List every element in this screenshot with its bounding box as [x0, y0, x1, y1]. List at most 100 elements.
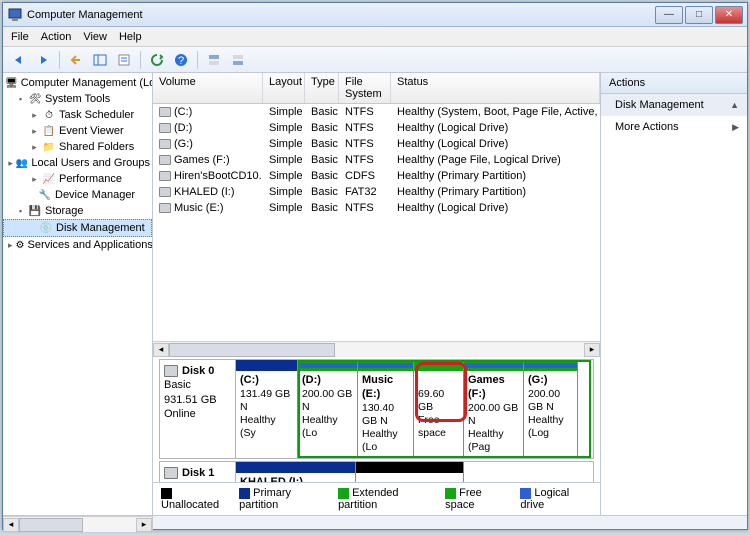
partition[interactable]: (D:)200.00 GB NHealthy (Lo: [298, 360, 358, 458]
back-button[interactable]: [9, 50, 29, 70]
tree-scrollbar[interactable]: ◂ ▸: [3, 516, 153, 532]
menu-file[interactable]: File: [11, 31, 29, 43]
users-icon: 👥: [16, 156, 28, 170]
partition-bar: [464, 360, 523, 371]
scroll-track[interactable]: [169, 343, 584, 357]
tree-label: System Tools: [45, 93, 110, 105]
table-row[interactable]: KHALED (I:)SimpleBasicFAT32Healthy (Prim…: [153, 184, 600, 200]
tree-local-users[interactable]: ▸👥Local Users and Groups: [3, 155, 152, 171]
tree-services-apps[interactable]: ▸⚙Services and Applications: [3, 237, 152, 253]
nav-tree[interactable]: 🖥Computer Management (Local ▪🛠System Too…: [3, 73, 153, 515]
minimize-button[interactable]: —: [655, 6, 683, 24]
show-hide-tree-button[interactable]: [90, 50, 110, 70]
actions-pane: Actions Disk Management▲ More Actions▶: [601, 73, 747, 515]
tree-device-manager[interactable]: 🔧Device Manager: [3, 187, 152, 203]
actions-more[interactable]: More Actions ▶: [601, 116, 747, 138]
col-volume[interactable]: Volume: [153, 73, 263, 103]
refresh-button[interactable]: [147, 50, 167, 70]
tree-label: Local Users and Groups: [31, 157, 150, 169]
forward-button[interactable]: [33, 50, 53, 70]
tree-storage[interactable]: ▪💾Storage: [3, 203, 152, 219]
scroll-left-icon[interactable]: ◂: [153, 343, 169, 357]
disk-icon: 💿: [39, 221, 53, 235]
view-top-button[interactable]: [204, 50, 224, 70]
col-layout[interactable]: Layout: [263, 73, 305, 103]
tree-root[interactable]: 🖥Computer Management (Local: [3, 75, 152, 91]
tree-label: Device Manager: [55, 189, 135, 201]
partition[interactable]: Music (E:)130.40 GB NHealthy (Lo: [358, 360, 414, 458]
disk1-map: KHALED (I:)4.68 GB FAT32Healthy (Primary…: [236, 462, 593, 482]
expand-icon[interactable]: ▸: [30, 110, 39, 121]
collapse-icon[interactable]: ▪: [16, 94, 25, 104]
table-row[interactable]: Music (E:)SimpleBasicNTFSHealthy (Logica…: [153, 200, 600, 216]
tree-root-label: Computer Management (Local: [21, 77, 153, 89]
tree-disk-management[interactable]: 💿Disk Management: [3, 219, 152, 237]
properties-button[interactable]: [114, 50, 134, 70]
partition[interactable]: Games (F:)200.00 GB NHealthy (Pag: [464, 360, 524, 458]
partition[interactable]: 2.54 GBUnallocated: [356, 462, 464, 482]
legend-swatch-logical: [520, 488, 531, 499]
computer-icon: 🖥: [5, 76, 18, 90]
table-row[interactable]: (D:)SimpleBasicNTFSHealthy (Logical Driv…: [153, 120, 600, 136]
disk0-info: Disk 0 Basic 931.51 GB Online: [160, 360, 236, 458]
menu-help[interactable]: Help: [119, 31, 142, 43]
partition[interactable]: (G:)200.00 GB NHealthy (Log: [524, 360, 578, 458]
table-row[interactable]: (G:)SimpleBasicNTFSHealthy (Logical Driv…: [153, 136, 600, 152]
collapse-icon[interactable]: ▪: [16, 206, 25, 216]
up-button[interactable]: [66, 50, 86, 70]
toolbar: ?: [3, 47, 747, 73]
actions-disk-mgmt[interactable]: Disk Management▲: [601, 94, 747, 116]
scroll-right-icon[interactable]: ▸: [584, 343, 600, 357]
collapse-arrow-icon: ▲: [730, 100, 739, 110]
tree-system-tools[interactable]: ▪🛠System Tools: [3, 91, 152, 107]
app-window: Computer Management — □ ✕ File Action Vi…: [2, 2, 748, 530]
col-status[interactable]: Status: [391, 73, 600, 103]
scroll-left-icon[interactable]: ◂: [3, 518, 19, 532]
tree-label: Storage: [45, 205, 84, 217]
help-button[interactable]: ?: [171, 50, 191, 70]
grid-body: (C:)SimpleBasicNTFSHealthy (System, Boot…: [153, 104, 600, 216]
legend-swatch-unalloc: [161, 488, 172, 499]
scroll-right-icon[interactable]: ▸: [136, 518, 152, 532]
expand-icon[interactable]: ▸: [8, 240, 13, 251]
actions-label: More Actions: [615, 121, 679, 133]
expand-icon[interactable]: ▸: [30, 126, 39, 137]
menu-action[interactable]: Action: [41, 31, 72, 43]
volume-grid[interactable]: Volume Layout Type File System Status (C…: [153, 73, 600, 216]
scroll-thumb[interactable]: [169, 343, 335, 357]
disk-kind: Removable: [164, 481, 220, 482]
table-row[interactable]: Hiren'sBootCD10. (H:)SimpleBasicCDFSHeal…: [153, 168, 600, 184]
partition[interactable]: 69.60 GBFree space: [414, 360, 464, 458]
table-row[interactable]: (C:)SimpleBasicNTFSHealthy (System, Boot…: [153, 104, 600, 120]
disk1-row[interactable]: Disk 1 Removable 7.21 GB Online KHALED (…: [159, 461, 594, 482]
disk-icon: [164, 467, 178, 479]
expand-icon[interactable]: ▸: [30, 142, 39, 153]
col-type[interactable]: Type: [305, 73, 339, 103]
table-row[interactable]: Games (F:)SimpleBasicNTFSHealthy (Page F…: [153, 152, 600, 168]
scroll-thumb[interactable]: [19, 518, 83, 532]
col-filesystem[interactable]: File System: [339, 73, 391, 103]
tree-task-scheduler[interactable]: ▸⏱Task Scheduler: [3, 107, 152, 123]
tree-label: Shared Folders: [59, 141, 134, 153]
partition[interactable]: KHALED (I:)4.68 GB FAT32Healthy (Primary…: [236, 462, 356, 482]
maximize-button[interactable]: □: [685, 6, 713, 24]
tree-shared-folders[interactable]: ▸📁Shared Folders: [3, 139, 152, 155]
tree-performance[interactable]: ▸📈Performance: [3, 171, 152, 187]
partition-bar: [236, 462, 355, 473]
menu-view[interactable]: View: [83, 31, 107, 43]
svg-text:?: ?: [178, 55, 184, 67]
disk0-row[interactable]: Disk 0 Basic 931.51 GB Online (C:)131.49…: [159, 359, 594, 459]
scroll-track[interactable]: [19, 518, 136, 532]
tree-label: Performance: [59, 173, 122, 185]
expand-icon[interactable]: ▸: [30, 174, 39, 185]
partition[interactable]: (C:)131.49 GB NHealthy (Sy: [236, 360, 298, 458]
tree-label: Services and Applications: [28, 239, 153, 251]
content: 🖥Computer Management (Local ▪🛠System Too…: [3, 73, 747, 515]
close-button[interactable]: ✕: [715, 6, 743, 24]
titlebar[interactable]: Computer Management — □ ✕: [3, 3, 747, 27]
expand-arrow-icon: ▶: [732, 122, 739, 133]
expand-icon[interactable]: ▸: [8, 158, 13, 169]
view-bottom-button[interactable]: [228, 50, 248, 70]
grid-scrollbar[interactable]: ◂ ▸: [153, 341, 600, 357]
tree-event-viewer[interactable]: ▸📋Event Viewer: [3, 123, 152, 139]
